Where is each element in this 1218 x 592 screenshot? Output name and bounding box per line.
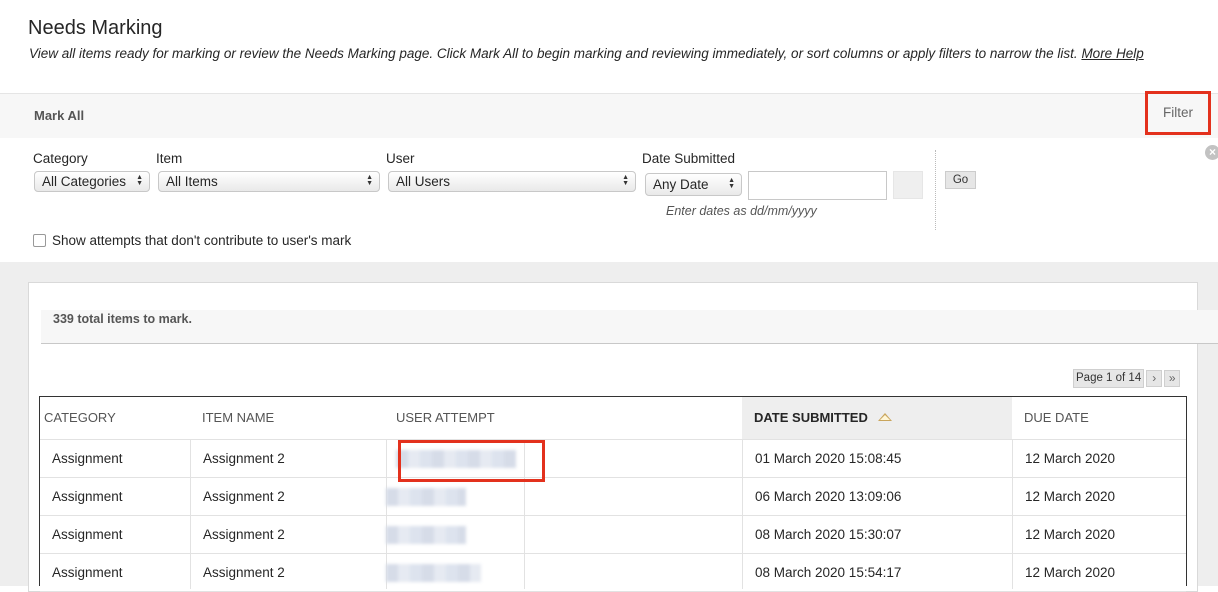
- date-select[interactable]: Any Date ▲ ▼: [645, 173, 742, 196]
- item-label: Item: [156, 151, 183, 166]
- date-submitted-cell: 08 March 2020 15:54:17: [755, 565, 902, 580]
- date-submitted-cell: 06 March 2020 13:09:06: [755, 489, 902, 504]
- marking-table: CATEGORY ITEM NAME USER ATTEMPT DATE SUB…: [39, 396, 1187, 592]
- category-select[interactable]: All Categories ▲ ▼: [34, 171, 150, 192]
- filter-panel: Category All Categories ▲ ▼ Item All Item…: [0, 138, 1218, 262]
- sort-ascending-icon: [877, 413, 892, 421]
- date-submitted-label: Date Submitted: [642, 151, 736, 166]
- column-header-due-date[interactable]: DUE DATE: [1024, 397, 1174, 439]
- user-select-value: All Users: [396, 174, 451, 189]
- description-text: View all items ready for marking or revi…: [29, 46, 1078, 61]
- item-select-value: All Items: [166, 174, 218, 189]
- show-attempts-row: Show attempts that don't contribute to u…: [33, 233, 351, 248]
- select-arrows-icon: ▲ ▼: [136, 174, 143, 187]
- more-help-link[interactable]: More Help: [1081, 46, 1143, 61]
- table-row: Assignment Assignment 2 08 March 2020 15…: [40, 516, 1186, 554]
- category-cell: Assignment: [52, 527, 123, 542]
- category-label: Category: [33, 151, 88, 166]
- pagination: Page 1 of 14 › »: [1073, 369, 1181, 388]
- total-items-bar: 339 total items to mark.: [41, 310, 1218, 344]
- page-header: Needs Marking View all items ready for m…: [0, 0, 1218, 93]
- select-arrows-icon: ▲ ▼: [622, 174, 629, 187]
- show-attempts-label: Show attempts that don't contribute to u…: [52, 233, 352, 248]
- user-select[interactable]: All Users ▲ ▼: [388, 171, 636, 192]
- page-title: Needs Marking: [28, 17, 163, 39]
- due-date-cell: 12 March 2020: [1025, 489, 1116, 504]
- due-date-cell: 12 March 2020: [1025, 451, 1116, 466]
- column-header-user-attempt[interactable]: USER ATTEMPT: [396, 397, 696, 439]
- user-label: User: [386, 151, 415, 166]
- column-header-date-submitted[interactable]: DATE SUBMITTED: [742, 397, 1012, 439]
- page-description: View all items ready for marking or revi…: [29, 46, 1144, 61]
- mark-all-button[interactable]: Mark All: [34, 108, 84, 123]
- category-cell: Assignment: [52, 489, 123, 504]
- page-indicator: Page 1 of 14: [1073, 369, 1145, 388]
- action-bar: Mark All: [0, 93, 1218, 139]
- table-row: Assignment Assignment 2 06 March 2020 13…: [40, 478, 1186, 516]
- date-select-value: Any Date: [653, 177, 709, 192]
- table-row: Assignment Assignment 2 01 March 2020 15…: [40, 440, 1186, 478]
- user-attempt-redacted[interactable]: [386, 488, 466, 506]
- calendar-button[interactable]: [893, 171, 923, 199]
- date-submitted-cell: 01 March 2020 15:08:45: [755, 451, 902, 466]
- item-select[interactable]: All Items ▲ ▼: [158, 171, 380, 192]
- date-submitted-header-label: DATE SUBMITTED: [754, 410, 868, 425]
- show-attempts-checkbox[interactable]: [33, 234, 46, 247]
- date-input[interactable]: [748, 171, 887, 200]
- item-name-cell[interactable]: Assignment 2: [203, 516, 285, 554]
- user-attempt-redacted[interactable]: [386, 526, 466, 544]
- date-submitted-cell: 08 March 2020 15:30:07: [755, 527, 902, 542]
- date-hint: Enter dates as dd/mm/yyyy: [666, 204, 817, 218]
- select-arrows-icon: ▲ ▼: [366, 174, 373, 187]
- user-attempt-highlight: [398, 440, 545, 482]
- select-arrows-icon: ▲ ▼: [728, 177, 735, 190]
- category-cell: Assignment: [52, 451, 123, 466]
- go-button[interactable]: Go: [945, 171, 976, 189]
- column-header-item-name[interactable]: ITEM NAME: [202, 397, 392, 439]
- item-name-cell[interactable]: Assignment 2: [203, 440, 285, 478]
- item-name-cell[interactable]: Assignment 2: [203, 554, 285, 592]
- due-date-cell: 12 March 2020: [1025, 527, 1116, 542]
- next-page-icon[interactable]: ›: [1146, 370, 1163, 387]
- user-attempt-redacted[interactable]: [386, 564, 481, 582]
- category-cell: Assignment: [52, 565, 123, 580]
- last-page-icon[interactable]: »: [1164, 370, 1181, 387]
- due-date-cell: 12 March 2020: [1025, 565, 1116, 580]
- column-header-category[interactable]: CATEGORY: [44, 397, 194, 439]
- close-icon[interactable]: ×: [1205, 145, 1218, 160]
- filter-button[interactable]: Filter: [1145, 91, 1211, 135]
- item-name-cell[interactable]: Assignment 2: [203, 478, 285, 516]
- total-items-text: 339 total items to mark.: [53, 312, 192, 326]
- category-select-value: All Categories: [42, 174, 127, 189]
- table-row: Assignment Assignment 2 08 March 2020 15…: [40, 554, 1186, 592]
- filter-divider: [935, 150, 936, 230]
